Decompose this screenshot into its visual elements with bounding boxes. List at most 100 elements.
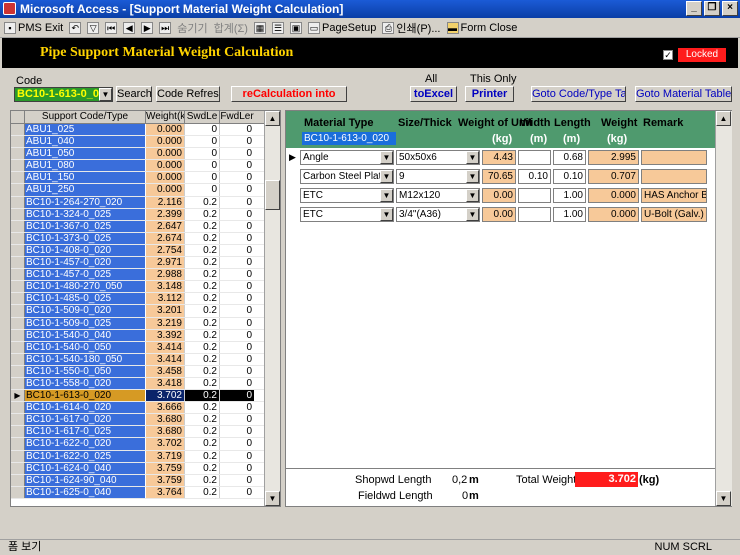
goto-code-type-table-button[interactable]: Goto Code/Type Table [531, 86, 626, 102]
support-code-cell[interactable]: BC10-1-540-180_050 [25, 353, 146, 365]
remark-field[interactable]: HAS Anchor Bol [641, 188, 707, 203]
support-code-cell[interactable]: ABU1_050 [25, 148, 146, 160]
minimize-button[interactable]: _ [686, 1, 702, 16]
detail-scrollbar-track[interactable]: ▲ ▼ [716, 111, 732, 506]
menu-form-close[interactable]: ▬ Form Close [446, 21, 517, 34]
fwd-length-cell[interactable]: 0 [220, 233, 254, 244]
swd-length-cell[interactable]: 0.2 [185, 293, 220, 305]
swd-length-cell[interactable]: 0.2 [185, 377, 220, 390]
swd-length-cell[interactable]: 0.2 [185, 353, 220, 365]
support-grid-scrollbar[interactable]: ▲ ▼ [264, 111, 280, 506]
table-row[interactable]: ABU1_250 0.000 0 0 [11, 184, 266, 197]
table-row[interactable]: BC10-1-550-0_050 3.458 0.2 0 [11, 365, 266, 378]
list-icon[interactable]: ☰ [271, 21, 284, 34]
scroll-up-icon[interactable]: ▲ [265, 111, 280, 126]
fwd-length-cell[interactable]: 0 [220, 136, 254, 147]
material-type-combo[interactable]: Carbon Steel Plate ▼ [300, 169, 394, 184]
table-row[interactable]: BC10-1-485-0_025 3.112 0.2 0 [11, 293, 266, 306]
printer-button[interactable]: Printer [465, 86, 514, 102]
fwd-length-cell[interactable]: 0 [220, 269, 254, 280]
table-row[interactable]: ABU1_080 0.000 0 0 [11, 160, 266, 173]
weight-cell[interactable]: 3.680 [146, 414, 185, 426]
size-thick-combo[interactable]: 3/4"(A36) ▼ [396, 207, 480, 222]
support-code-cell[interactable]: BC10-1-617-0_020 [25, 414, 146, 426]
weight-cell[interactable]: 2.674 [146, 232, 185, 244]
weight-field[interactable]: 0.000 [588, 207, 639, 222]
weight-cell[interactable]: 3.702 [146, 438, 185, 450]
support-code-cell[interactable]: BC10-1-540-0_040 [25, 329, 146, 341]
weight-field[interactable]: 0.000 [588, 188, 639, 203]
support-code-cell[interactable]: BC10-1-625-0_040 [25, 486, 146, 498]
table-row[interactable]: BC10-1-373-0_025 2.674 0.2 0 [11, 232, 266, 245]
row-selector[interactable] [11, 244, 25, 257]
table-row[interactable]: BC10-1-625-0_040 3.764 0.2 0 [11, 486, 266, 499]
weight-of-unit-field[interactable]: 4.43 [482, 150, 516, 165]
fwd-length-cell[interactable]: 0 [220, 463, 254, 474]
swd-length-cell[interactable]: 0.2 [185, 402, 220, 414]
fwd-length-cell[interactable]: 0 [220, 330, 254, 341]
swd-length-cell[interactable]: 0 [185, 184, 220, 196]
weight-cell[interactable]: 3.759 [146, 462, 185, 474]
table-icon[interactable]: ▦ [253, 21, 266, 34]
support-code-cell[interactable]: BC10-1-540-0_050 [25, 341, 146, 353]
fwd-length-cell[interactable]: 0 [220, 160, 254, 171]
weight-cell[interactable]: 0.000 [146, 148, 185, 160]
weight-cell[interactable]: 3.759 [146, 474, 185, 486]
row-selector[interactable] [11, 426, 25, 438]
table-row[interactable]: ABU1_040 0.000 0 0 [11, 136, 266, 149]
weight-cell[interactable]: 3.458 [146, 365, 185, 377]
weight-cell[interactable]: 3.392 [146, 329, 185, 341]
fwd-length-cell[interactable]: 0 [220, 318, 254, 329]
material-type-combo[interactable]: ETC ▼ [300, 188, 394, 203]
support-code-cell[interactable]: ABU1_040 [25, 136, 146, 148]
swd-length-cell[interactable]: 0.2 [185, 220, 220, 232]
weight-cell[interactable]: 3.414 [146, 341, 185, 353]
table-row[interactable]: BC10-1-408-0_020 2.754 0.2 0 [11, 244, 266, 258]
row-selector[interactable] [11, 196, 25, 208]
support-code-cell[interactable]: BC10-1-622-0_020 [25, 438, 146, 450]
row-selector[interactable] [11, 172, 25, 184]
fwd-length-cell[interactable]: 0 [220, 390, 254, 402]
fwd-length-cell[interactable]: 0 [220, 366, 254, 377]
fwd-length-cell[interactable]: 0 [220, 378, 254, 389]
support-code-cell[interactable]: BC10-1-457-0_020 [25, 257, 146, 269]
preview-icon[interactable]: ▣ [289, 21, 302, 34]
support-code-cell[interactable]: BC10-1-613-0_020 [25, 390, 146, 402]
length-field[interactable]: 1.00 [553, 188, 586, 203]
row-selector[interactable] [11, 341, 25, 353]
row-selector[interactable] [11, 305, 25, 317]
swd-length-cell[interactable]: 0.2 [185, 414, 220, 426]
swd-length-cell[interactable]: 0 [185, 136, 220, 148]
weight-cell[interactable]: 3.719 [146, 450, 185, 462]
table-row[interactable]: BC10-1-509-0_025 3.219 0.2 0 [11, 317, 266, 330]
support-code-cell[interactable]: BC10-1-509-0_020 [25, 305, 146, 317]
swd-length-cell[interactable]: 0.2 [185, 281, 220, 293]
chevron-down-icon[interactable]: ▼ [99, 88, 112, 101]
weight-cell[interactable]: 2.988 [146, 269, 185, 281]
material-type-combo[interactable]: Angle ▼ [300, 150, 394, 165]
chevron-down-icon[interactable]: ▼ [380, 151, 393, 164]
column-header-swd[interactable]: SwdLe [185, 111, 220, 123]
to-excel-button[interactable]: toExcel [410, 86, 457, 102]
weight-cell[interactable]: 3.418 [146, 377, 185, 390]
weight-cell[interactable]: 2.116 [146, 196, 185, 208]
fwd-length-cell[interactable]: 0 [220, 209, 254, 220]
weight-cell[interactable]: 2.754 [146, 244, 185, 257]
swd-length-cell[interactable]: 0.2 [185, 305, 220, 317]
support-code-cell[interactable]: ABU1_250 [25, 184, 146, 196]
undo-icon[interactable]: ↶ [69, 21, 82, 34]
table-row[interactable]: BC10-1-324-0_025 2.399 0.2 0 [11, 208, 266, 221]
table-row[interactable]: BC10-1-480-270_050 3.148 0.2 0 [11, 281, 266, 294]
swd-length-cell[interactable]: 0.2 [185, 474, 220, 486]
table-row[interactable]: BC10-1-622-0_020 3.702 0.2 0 [11, 438, 266, 451]
weight-cell[interactable]: 3.414 [146, 353, 185, 365]
support-code-cell[interactable]: BC10-1-550-0_050 [25, 365, 146, 377]
fwd-length-cell[interactable]: 0 [220, 245, 254, 256]
code-refresh-button[interactable]: Code Refresh [156, 86, 220, 102]
row-selector[interactable] [11, 377, 25, 390]
weight-of-unit-field[interactable]: 70.65 [482, 169, 516, 184]
swd-length-cell[interactable]: 0.2 [185, 269, 220, 281]
fwd-length-cell[interactable]: 0 [220, 184, 254, 195]
chevron-down-icon[interactable]: ▼ [466, 170, 479, 183]
support-code-cell[interactable]: BC10-1-614-0_020 [25, 402, 146, 414]
